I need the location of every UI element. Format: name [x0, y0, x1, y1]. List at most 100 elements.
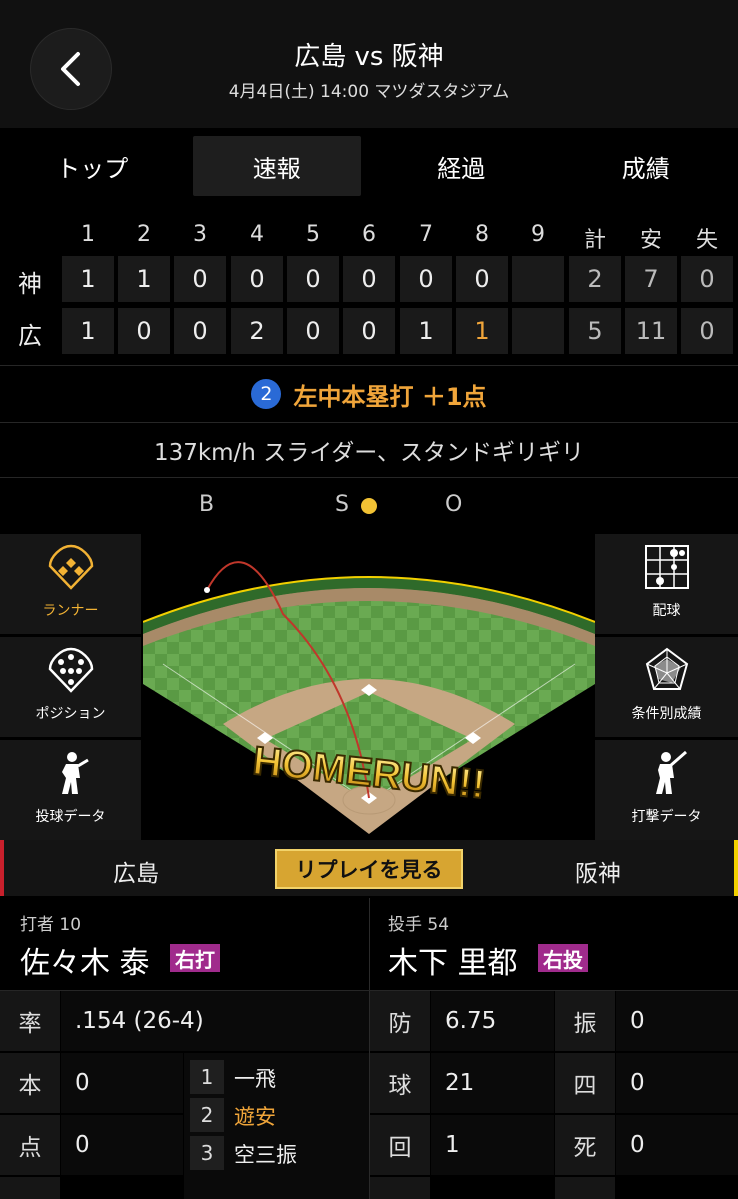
- scoreboard-inning-cell: 0: [456, 256, 508, 302]
- stat-label-partial: [555, 1177, 615, 1199]
- count-display: B S O: [0, 478, 738, 532]
- scoreboard-inning-cell: 1: [62, 256, 114, 302]
- game-subtitle: 4月4日(土) 14:00 マツダスタジアム: [228, 82, 510, 102]
- conditional-stats-button[interactable]: 条件別成績: [595, 637, 738, 737]
- batter-name[interactable]: 佐々木 泰: [20, 938, 150, 982]
- home-runs: 0: [61, 1053, 183, 1113]
- scoreboard-inning-cell: 1: [456, 308, 508, 354]
- scoreboard-inning-cell: 1: [62, 308, 114, 354]
- scoreboard-inning-cell: 0: [343, 256, 395, 302]
- scoreboard-inning-cell: 0: [287, 308, 339, 354]
- tab-live[interactable]: 速報: [192, 136, 361, 196]
- scoreboard-header: 2: [137, 222, 151, 247]
- stat-label: 四: [555, 1053, 615, 1113]
- batting-data-button[interactable]: 打撃データ: [595, 740, 738, 840]
- pitcher-icon: [48, 750, 94, 796]
- scoreboard-team: 神: [18, 270, 42, 298]
- at-bat-result: 遊安: [234, 1105, 276, 1129]
- at-bat-number: 1: [190, 1060, 224, 1094]
- play-result-text: 左中本塁打 ＋1点: [293, 382, 487, 411]
- scoreboard-inning-cell: 0: [343, 308, 395, 354]
- strikeouts: 0: [616, 991, 738, 1051]
- at-bat-result: 空三振: [234, 1143, 297, 1167]
- scoreboard-total-cell: 5: [569, 308, 621, 354]
- scoreboard-inning-cell: 0: [118, 308, 170, 354]
- walks: 0: [616, 1053, 738, 1113]
- scoreboard-header: 6: [362, 222, 376, 247]
- stat-label: 球: [370, 1053, 430, 1113]
- scoreboard-total-cell: 0: [681, 308, 733, 354]
- pitch-count: 21: [431, 1053, 554, 1113]
- batter-panel: 打者 10 佐々木 泰 右打: [0, 898, 369, 990]
- scoreboard-header: 1: [81, 222, 95, 247]
- scoreboard-inning-cell: 2: [231, 308, 283, 354]
- game-title: 広島 vs 阪神: [294, 42, 444, 72]
- runner-button[interactable]: ランナー: [0, 534, 141, 634]
- scoreboard-total-cell: 7: [625, 256, 677, 302]
- stat-label-partial: [0, 1177, 60, 1199]
- pitch-grid-icon: [644, 544, 690, 590]
- scoreboard-inning-cell: 1: [118, 256, 170, 302]
- tab-bar: トップ 速報 経過 成績: [0, 128, 738, 204]
- batting-average: .154 (26-4): [61, 991, 369, 1051]
- at-bat-result: 一飛: [234, 1067, 276, 1091]
- runner-diamond-icon: [48, 544, 94, 590]
- scoreboard-inning-cell: 0: [287, 256, 339, 302]
- position-icon: [48, 647, 94, 693]
- hit-by-pitch: 0: [616, 1115, 738, 1175]
- at-bat-number: 2: [190, 1098, 224, 1132]
- scoreboard-header: 7: [419, 222, 433, 247]
- conditional-stats-label: 条件別成績: [631, 706, 702, 722]
- stat-label: 死: [555, 1115, 615, 1175]
- scoreboard-inning-cell: 1: [400, 308, 452, 354]
- scoreboard: 1 2 3 4 5 6 7 8 9 計安失神 1 1 0 0 0 0 0 0 2 7 0 広 1 0 0 2 0 0 1 1 5 11 0: [0, 212, 738, 362]
- stat-label: 振: [555, 991, 615, 1051]
- scoreboard-header: 9: [531, 222, 545, 247]
- strike-dot: [361, 498, 377, 514]
- batter-role: 打者 10: [20, 915, 82, 935]
- stat-label: 率: [0, 991, 60, 1051]
- at-bat-number: 3: [190, 1136, 224, 1170]
- runner-label: ランナー: [42, 603, 99, 619]
- pitching-data-button[interactable]: 投球データ: [0, 740, 141, 840]
- position-button[interactable]: ポジション: [0, 637, 141, 737]
- pitcher-role: 投手 54: [388, 915, 450, 935]
- team-bar: 広島 リプレイを見る 阪神: [0, 840, 738, 896]
- outs-badge: 2: [251, 379, 282, 409]
- scoreboard-inning-cell: 0: [174, 256, 226, 302]
- out-label: O: [445, 492, 463, 517]
- pitching-data-label: 投球データ: [35, 809, 106, 825]
- stat-label: 回: [370, 1115, 430, 1175]
- pitcher-panel: 投手 54 木下 里都 右投: [370, 898, 738, 990]
- pitch-chart-button[interactable]: 配球: [595, 534, 738, 634]
- pitcher-hand-badge: 右投: [538, 944, 588, 972]
- pitch-info: 137km/h スライダー、スタンドギリギリ: [153, 440, 585, 466]
- scoreboard-total-cell: 0: [681, 256, 733, 302]
- scoreboard-header: 計: [583, 228, 606, 253]
- batter-hand-badge: 右打: [170, 944, 220, 972]
- scoreboard-inning-cell: 0: [174, 308, 226, 354]
- scoreboard-inning-cell: 0: [400, 256, 452, 302]
- away-team-tab[interactable]: 阪神: [575, 854, 621, 888]
- home-team-tab[interactable]: 広島: [113, 854, 159, 888]
- batting-data-label: 打撃データ: [631, 809, 702, 825]
- replay-button[interactable]: リプレイを見る: [275, 849, 463, 889]
- field-view: HOMERUN!!: [143, 534, 595, 838]
- pitcher-name[interactable]: 木下 里都: [388, 938, 518, 982]
- scoreboard-header: 8: [475, 222, 489, 247]
- ball-label: B: [199, 492, 215, 517]
- tab-progress[interactable]: 経過: [377, 136, 546, 196]
- position-label: ポジション: [35, 706, 106, 722]
- stat-label: 防: [370, 991, 430, 1051]
- tab-stats[interactable]: 成績: [562, 136, 731, 196]
- strike-label: S: [335, 492, 349, 517]
- tab-top[interactable]: トップ: [8, 136, 177, 196]
- scoreboard-header: 安: [639, 228, 662, 253]
- scoreboard-header: 3: [193, 222, 207, 247]
- innings-pitched: 1: [431, 1115, 554, 1175]
- scoreboard-team: 広: [18, 322, 42, 350]
- scoreboard-total-cell: 11: [625, 308, 677, 354]
- scoreboard-inning-cell: [512, 256, 564, 302]
- away-team-color: [734, 840, 738, 896]
- scoreboard-header: 5: [306, 222, 320, 247]
